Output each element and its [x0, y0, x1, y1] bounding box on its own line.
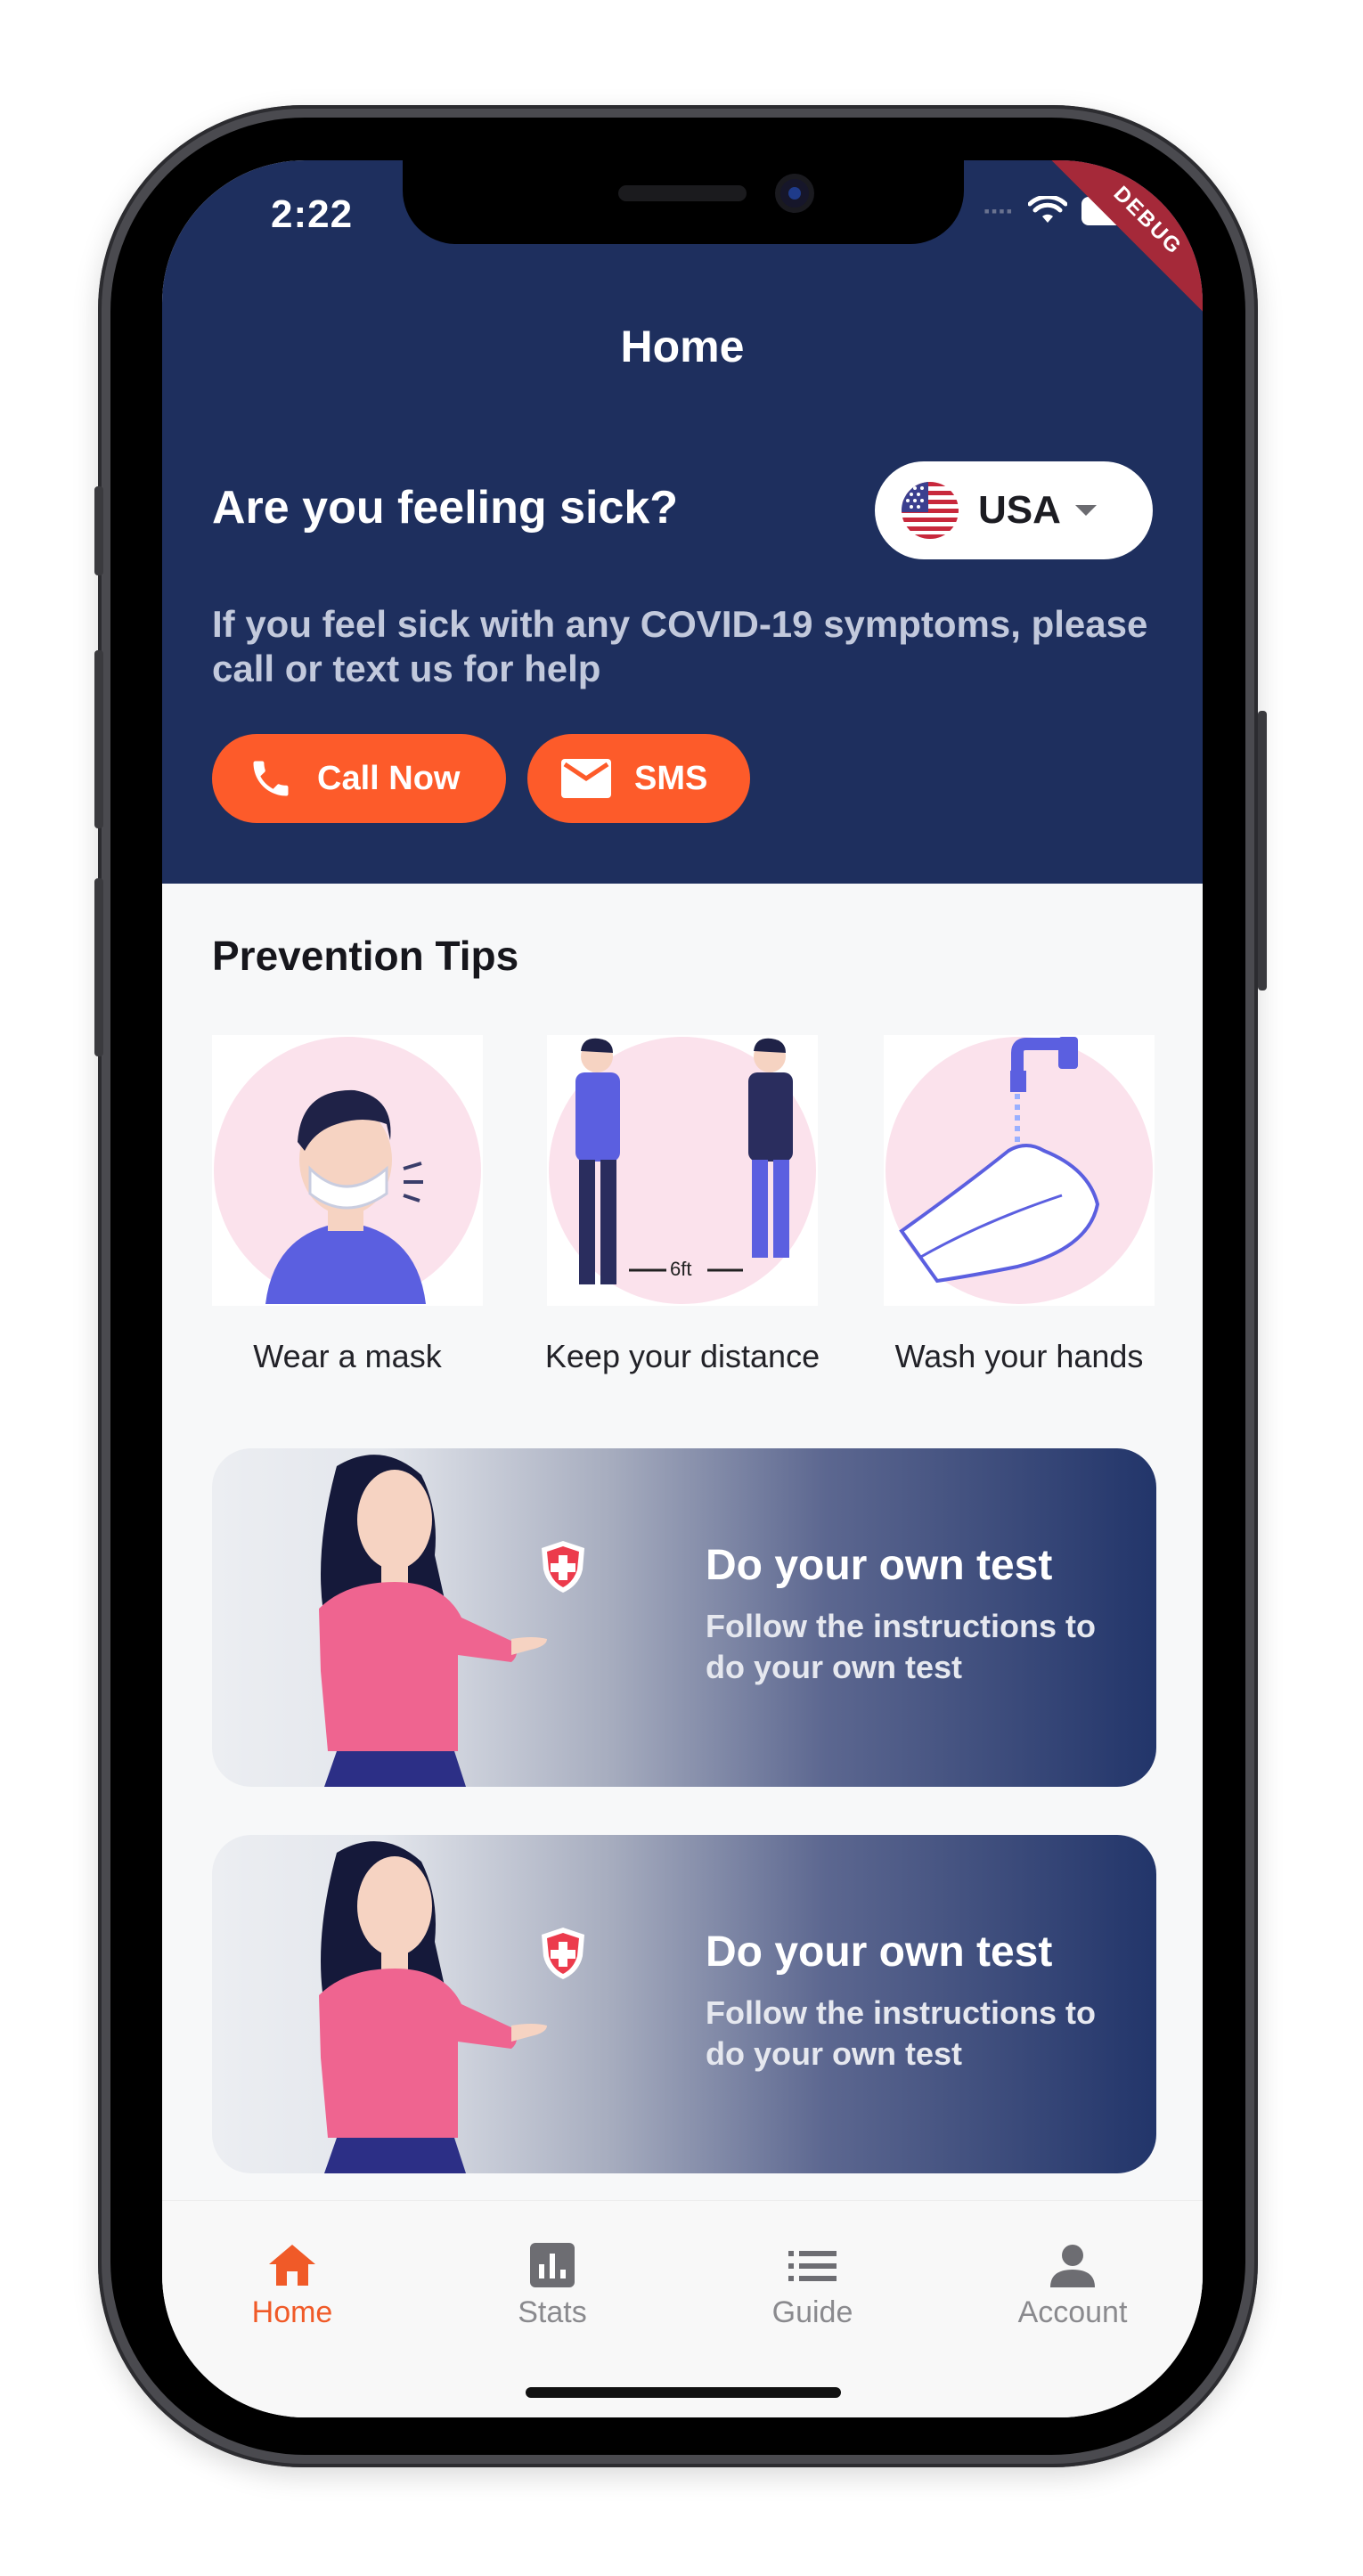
- banner-title: Do your own test: [706, 1542, 1053, 1589]
- tip-label: Wear a mask: [253, 1338, 442, 1374]
- power-button: [1258, 711, 1267, 990]
- distance-illustration: 6ft: [547, 1035, 818, 1306]
- nav-item-guide[interactable]: Guide: [723, 2240, 902, 2330]
- tip-card-distance[interactable]: 6ft Keep your distance: [545, 1035, 820, 1375]
- nav-item-account[interactable]: Account: [983, 2240, 1162, 2330]
- home-indicator[interactable]: [526, 2387, 841, 2398]
- tip-card-mask[interactable]: Wear a mask: [212, 1035, 483, 1375]
- page-title: Home: [620, 322, 745, 371]
- woman-illustration: [319, 1455, 547, 1787]
- nav-label: Stats: [518, 2295, 587, 2329]
- debug-banner: DEBUG: [1035, 160, 1203, 333]
- nav-label: Guide: [771, 2295, 853, 2329]
- medical-shield-icon: [542, 1541, 584, 1593]
- stats-icon: [463, 2240, 641, 2290]
- mask-illustration: [212, 1035, 483, 1306]
- sms-button[interactable]: SMS: [527, 734, 750, 823]
- sick-heading: Are you feeling sick?: [212, 482, 679, 534]
- account-icon: [983, 2240, 1162, 2290]
- app-screen: 2:22 ▪▪▪▪ DEBUG Home Are you feeling sic…: [162, 160, 1203, 2417]
- mail-icon: [561, 759, 611, 798]
- country-dropdown[interactable]: USA: [875, 461, 1153, 559]
- tip-label: Wash your hands: [894, 1338, 1144, 1374]
- sms-label: SMS: [634, 759, 708, 797]
- bottom-navigation: Home Stats Guide Account: [162, 2200, 1203, 2417]
- banner-text: Do your own test Follow the instructions…: [706, 1928, 1133, 2075]
- prevention-tips-heading: Prevention Tips: [212, 933, 519, 979]
- dropdown-caret-icon: [1074, 505, 1097, 516]
- nav-item-home[interactable]: Home: [203, 2240, 381, 2330]
- self-test-banner[interactable]: Do your own test Follow the instructions…: [212, 1835, 1156, 2173]
- medical-shield-icon: [542, 1928, 584, 1979]
- silent-switch: [94, 486, 103, 575]
- banner-text: Do your own test Follow the instructions…: [706, 1541, 1133, 1688]
- volume-down-button: [94, 878, 103, 1056]
- header: 2:22 ▪▪▪▪ DEBUG Home Are you feeling sic…: [162, 160, 1203, 884]
- tip-label: Keep your distance: [544, 1338, 820, 1374]
- us-flag-icon: [902, 482, 959, 539]
- guide-list-icon: [723, 2240, 902, 2290]
- nav-label: Home: [251, 2295, 333, 2329]
- banner-subtitle: Follow the instructions to do your own t…: [706, 1994, 1096, 2072]
- device-notch: [403, 160, 964, 244]
- tip-card-wash-hands[interactable]: Wash your hands: [884, 1035, 1155, 1375]
- distance-text: 6ft: [670, 1258, 692, 1280]
- wash-hands-illustration: [884, 1035, 1155, 1306]
- nav-item-stats[interactable]: Stats: [463, 2240, 641, 2330]
- nav-label: Account: [1017, 2295, 1128, 2329]
- call-now-label: Call Now: [317, 759, 461, 797]
- wifi-icon: [1028, 196, 1067, 223]
- call-now-button[interactable]: Call Now: [212, 734, 506, 823]
- status-time: 2:22: [271, 192, 354, 236]
- phone-icon: [253, 761, 289, 796]
- country-name: USA: [978, 488, 1061, 532]
- home-icon: [203, 2240, 381, 2290]
- signal-icon: ▪▪▪▪: [983, 201, 1014, 220]
- front-camera: [775, 174, 814, 213]
- volume-up-button: [94, 650, 103, 828]
- banner-subtitle: Follow the instructions to do your own t…: [706, 1608, 1096, 1685]
- speaker-grille: [618, 185, 747, 201]
- sick-description: If you feel sick with any COVID-19 sympt…: [212, 603, 1148, 689]
- self-test-banner[interactable]: Do your own test Follow the instructions…: [212, 1448, 1156, 1787]
- woman-illustration: [319, 1841, 547, 2173]
- banner-title: Do your own test: [706, 1928, 1053, 1976]
